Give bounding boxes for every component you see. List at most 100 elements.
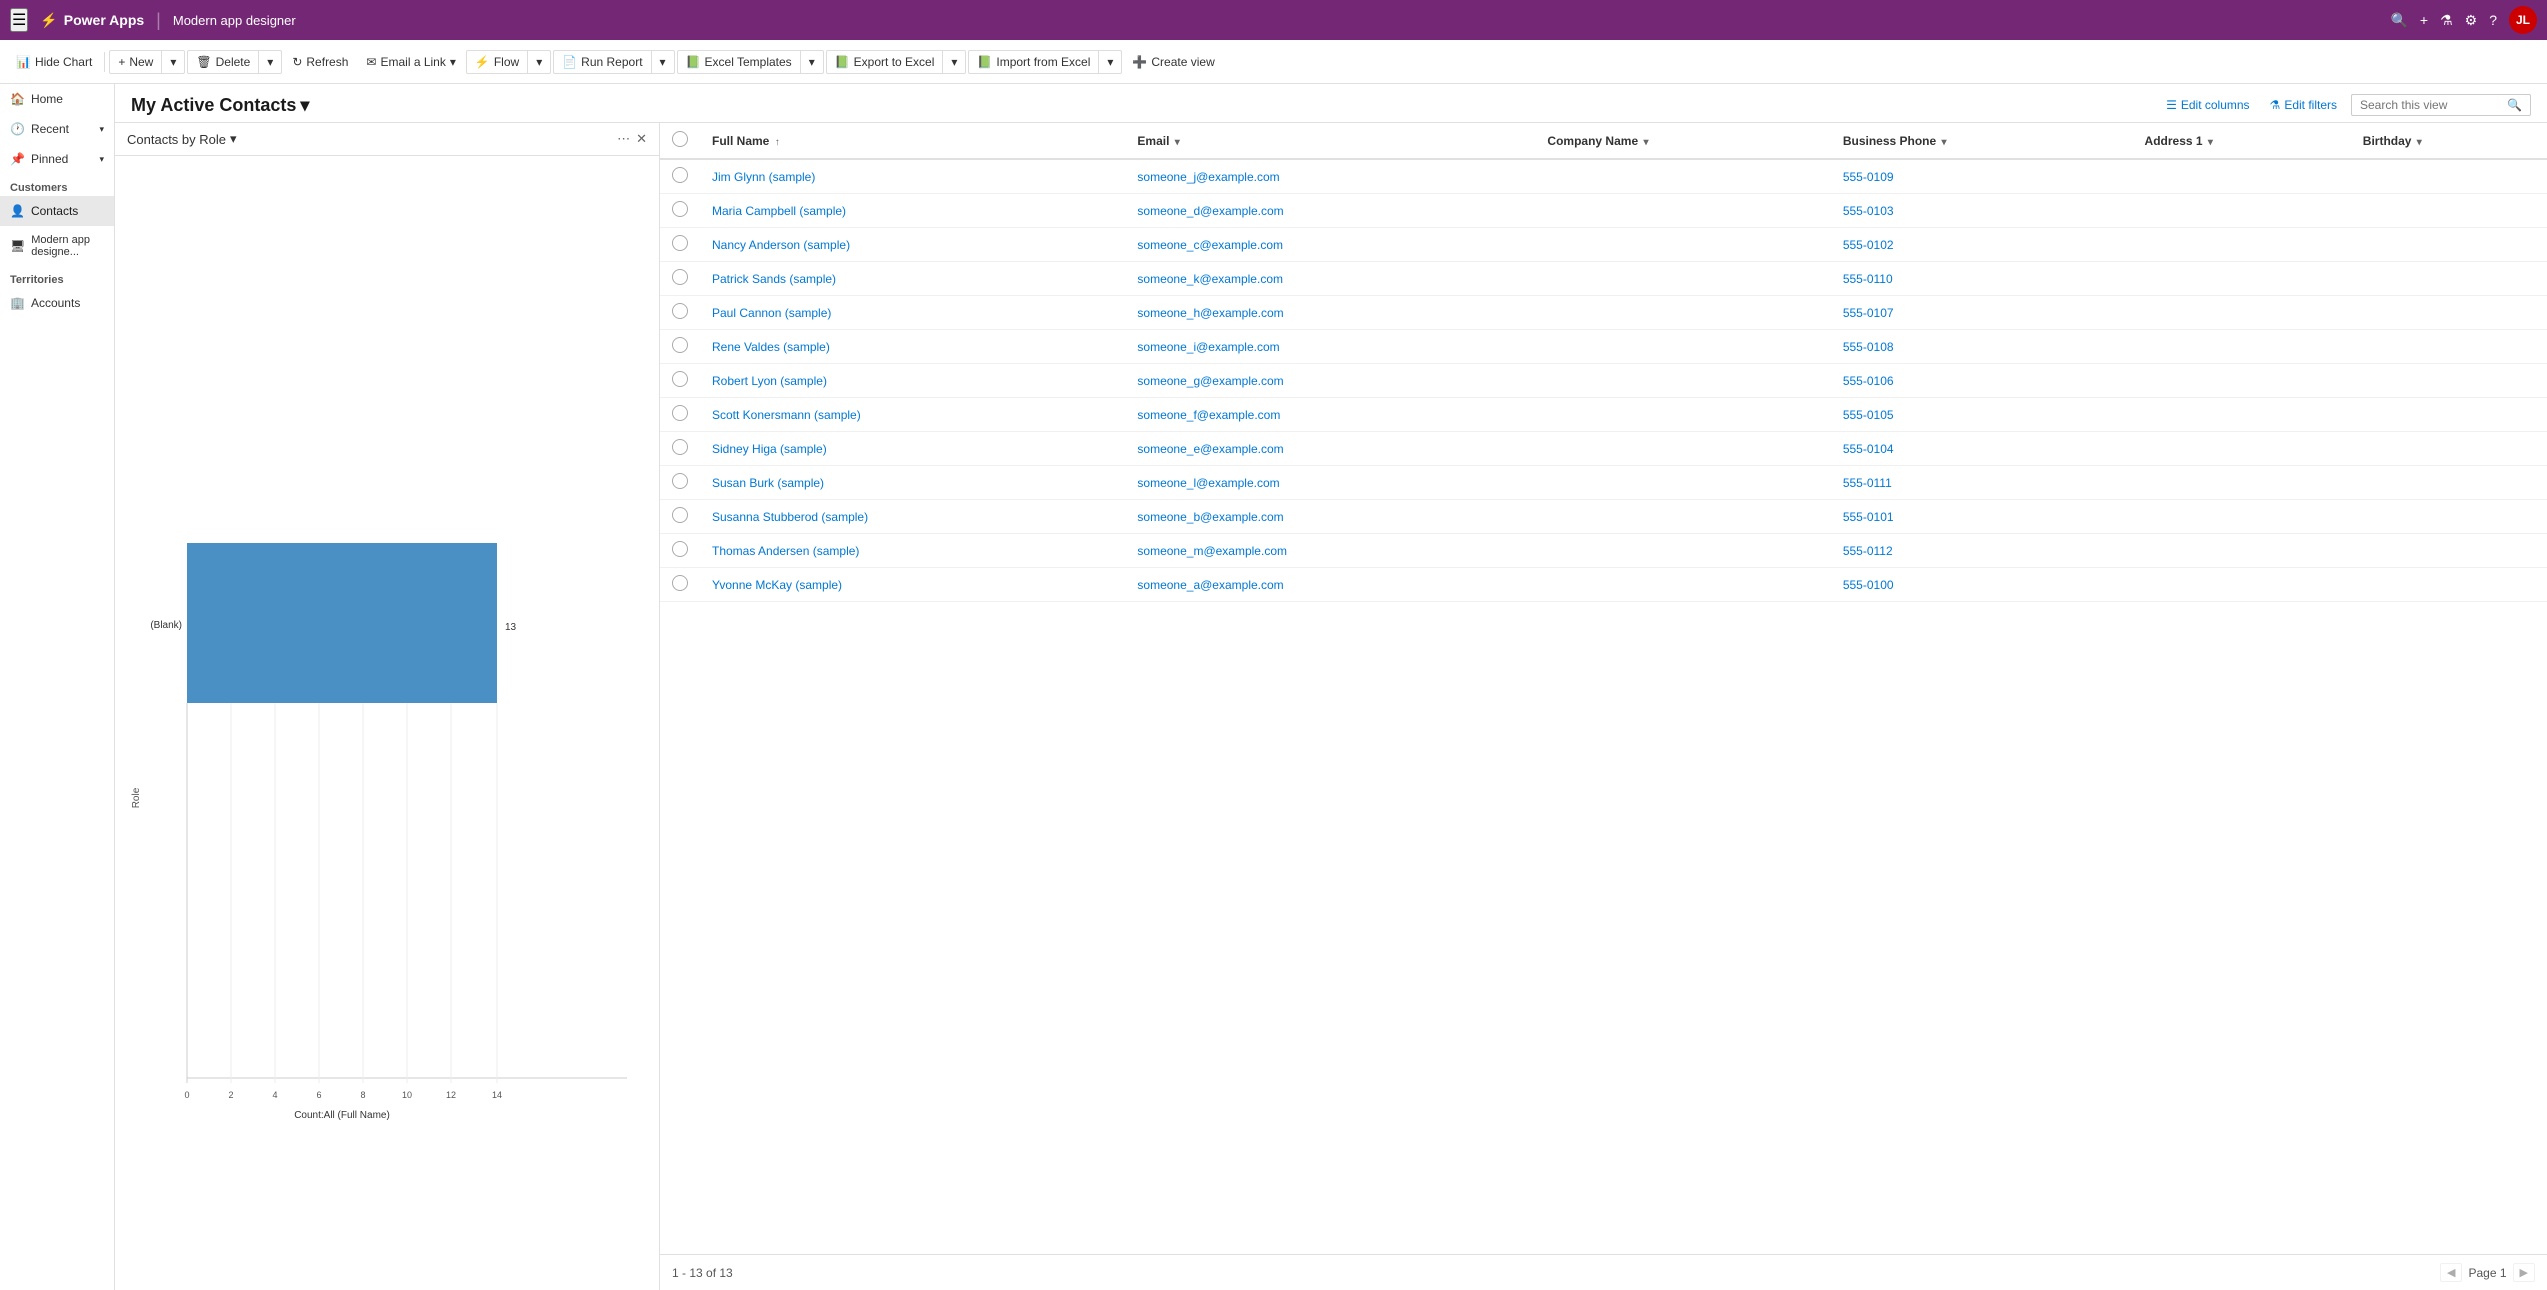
cell-email[interactable]: someone_c@example.com xyxy=(1125,228,1535,262)
flow-dropdown[interactable]: ▾ xyxy=(528,51,550,73)
add-icon-btn[interactable]: + xyxy=(2420,12,2428,28)
cell-fullname[interactable]: Jim Glynn (sample) xyxy=(700,159,1125,194)
row-checkbox[interactable] xyxy=(672,167,688,183)
new-dropdown[interactable]: ▾ xyxy=(162,51,184,73)
run-report-button[interactable]: 📄 Run Report xyxy=(554,51,651,73)
import-excel-button[interactable]: 📗 Import from Excel xyxy=(969,51,1099,73)
row-checkbox[interactable] xyxy=(672,371,688,387)
flow-button[interactable]: ⚡ Flow xyxy=(467,51,528,73)
cell-fullname[interactable]: Robert Lyon (sample) xyxy=(700,364,1125,398)
cell-email[interactable]: someone_d@example.com xyxy=(1125,194,1535,228)
cell-phone[interactable]: 555-0111 xyxy=(1831,466,2133,500)
table-row[interactable]: Susanna Stubberod (sample) someone_b@exa… xyxy=(660,500,2547,534)
refresh-button[interactable]: ↻ Refresh xyxy=(284,51,356,73)
cell-phone[interactable]: 555-0100 xyxy=(1831,568,2133,602)
table-row[interactable]: Maria Campbell (sample) someone_d@exampl… xyxy=(660,194,2547,228)
row-checkbox[interactable] xyxy=(672,337,688,353)
table-row[interactable]: Scott Konersmann (sample) someone_f@exam… xyxy=(660,398,2547,432)
row-checkbox[interactable] xyxy=(672,439,688,455)
help-icon-btn[interactable]: ? xyxy=(2489,12,2497,28)
cell-phone[interactable]: 555-0101 xyxy=(1831,500,2133,534)
cell-email[interactable]: someone_a@example.com xyxy=(1125,568,1535,602)
cell-phone[interactable]: 555-0106 xyxy=(1831,364,2133,398)
delete-dropdown[interactable]: ▾ xyxy=(259,51,281,73)
hide-chart-button[interactable]: 📊 Hide Chart xyxy=(8,51,100,73)
import-excel-dropdown[interactable]: ▾ xyxy=(1099,51,1121,73)
search-input[interactable] xyxy=(2360,98,2507,112)
cell-email[interactable]: someone_i@example.com xyxy=(1125,330,1535,364)
table-row[interactable]: Thomas Andersen (sample) someone_m@examp… xyxy=(660,534,2547,568)
table-row[interactable]: Sidney Higa (sample) someone_e@example.c… xyxy=(660,432,2547,466)
cell-email[interactable]: someone_e@example.com xyxy=(1125,432,1535,466)
table-row[interactable]: Robert Lyon (sample) someone_g@example.c… xyxy=(660,364,2547,398)
export-excel-dropdown[interactable]: ▾ xyxy=(943,51,965,73)
settings-icon-btn[interactable]: ⚙ xyxy=(2465,12,2478,29)
table-row[interactable]: Patrick Sands (sample) someone_k@example… xyxy=(660,262,2547,296)
cell-fullname[interactable]: Nancy Anderson (sample) xyxy=(700,228,1125,262)
edit-columns-button[interactable]: ☰ Edit columns xyxy=(2160,94,2255,116)
cell-fullname[interactable]: Rene Valdes (sample) xyxy=(700,330,1125,364)
row-checkbox[interactable] xyxy=(672,473,688,489)
cell-phone[interactable]: 555-0104 xyxy=(1831,432,2133,466)
cell-fullname[interactable]: Susanna Stubberod (sample) xyxy=(700,500,1125,534)
cell-email[interactable]: someone_h@example.com xyxy=(1125,296,1535,330)
cell-fullname[interactable]: Scott Konersmann (sample) xyxy=(700,398,1125,432)
row-checkbox[interactable] xyxy=(672,269,688,285)
next-page-button[interactable]: ▶ xyxy=(2513,1263,2535,1282)
run-report-dropdown[interactable]: ▾ xyxy=(652,51,674,73)
delete-button[interactable]: 🗑 Delete xyxy=(188,51,259,73)
sidebar-item-accounts[interactable]: 🏢 Accounts xyxy=(0,288,114,318)
row-checkbox[interactable] xyxy=(672,541,688,557)
col-header-address[interactable]: Address 1 ▾ xyxy=(2133,123,2351,159)
cell-phone[interactable]: 555-0103 xyxy=(1831,194,2133,228)
select-all-header[interactable] xyxy=(660,123,700,159)
cell-fullname[interactable]: Yvonne McKay (sample) xyxy=(700,568,1125,602)
cell-phone[interactable]: 555-0105 xyxy=(1831,398,2133,432)
row-checkbox[interactable] xyxy=(672,507,688,523)
filter-icon-btn[interactable]: ⚗ xyxy=(2440,12,2453,29)
cell-phone[interactable]: 555-0108 xyxy=(1831,330,2133,364)
view-title[interactable]: My Active Contacts ▾ xyxy=(131,95,309,116)
cell-phone[interactable]: 555-0109 xyxy=(1831,159,2133,194)
cell-email[interactable]: someone_l@example.com xyxy=(1125,466,1535,500)
avatar[interactable]: JL xyxy=(2509,6,2537,34)
cell-phone[interactable]: 555-0102 xyxy=(1831,228,2133,262)
col-header-email[interactable]: Email ▾ xyxy=(1125,123,1535,159)
sidebar-item-modern-app[interactable]: 🖥 Modern app designe... xyxy=(0,226,114,266)
col-header-phone[interactable]: Business Phone ▾ xyxy=(1831,123,2133,159)
cell-fullname[interactable]: Susan Burk (sample) xyxy=(700,466,1125,500)
search-box[interactable]: 🔍 xyxy=(2351,94,2531,116)
cell-phone[interactable]: 555-0107 xyxy=(1831,296,2133,330)
table-row[interactable]: Yvonne McKay (sample) someone_a@example.… xyxy=(660,568,2547,602)
row-checkbox[interactable] xyxy=(672,303,688,319)
col-header-company[interactable]: Company Name ▾ xyxy=(1535,123,1830,159)
cell-fullname[interactable]: Paul Cannon (sample) xyxy=(700,296,1125,330)
row-checkbox[interactable] xyxy=(672,405,688,421)
hamburger-menu[interactable]: ☰ xyxy=(10,8,28,32)
row-checkbox[interactable] xyxy=(672,201,688,217)
cell-phone[interactable]: 555-0110 xyxy=(1831,262,2133,296)
export-excel-button[interactable]: 📗 Export to Excel xyxy=(827,51,944,73)
cell-fullname[interactable]: Thomas Andersen (sample) xyxy=(700,534,1125,568)
cell-email[interactable]: someone_m@example.com xyxy=(1125,534,1535,568)
edit-filters-button[interactable]: ⚗ Edit filters xyxy=(2264,94,2343,116)
create-view-button[interactable]: ➕ Create view xyxy=(1124,51,1222,73)
sidebar-item-home[interactable]: 🏠 Home xyxy=(0,84,114,114)
new-button[interactable]: + New xyxy=(110,51,162,73)
email-link-button[interactable]: ✉ Email a Link ▾ xyxy=(358,51,463,73)
prev-page-button[interactable]: ◀ xyxy=(2440,1263,2462,1282)
cell-fullname[interactable]: Sidney Higa (sample) xyxy=(700,432,1125,466)
search-icon-btn[interactable]: 🔍 xyxy=(2390,12,2407,29)
chart-more-icon[interactable]: ⋯ xyxy=(617,131,630,147)
cell-fullname[interactable]: Maria Campbell (sample) xyxy=(700,194,1125,228)
table-row[interactable]: Susan Burk (sample) someone_l@example.co… xyxy=(660,466,2547,500)
row-checkbox[interactable] xyxy=(672,575,688,591)
sidebar-item-recent[interactable]: 🕐 Recent ▾ xyxy=(0,114,114,144)
cell-email[interactable]: someone_b@example.com xyxy=(1125,500,1535,534)
cell-phone[interactable]: 555-0112 xyxy=(1831,534,2133,568)
sidebar-item-pinned[interactable]: 📌 Pinned ▾ xyxy=(0,144,114,174)
cell-email[interactable]: someone_k@example.com xyxy=(1125,262,1535,296)
table-row[interactable]: Paul Cannon (sample) someone_h@example.c… xyxy=(660,296,2547,330)
chart-close-icon[interactable]: ✕ xyxy=(636,131,647,147)
sidebar-item-contacts[interactable]: 👤 Contacts xyxy=(0,196,114,226)
